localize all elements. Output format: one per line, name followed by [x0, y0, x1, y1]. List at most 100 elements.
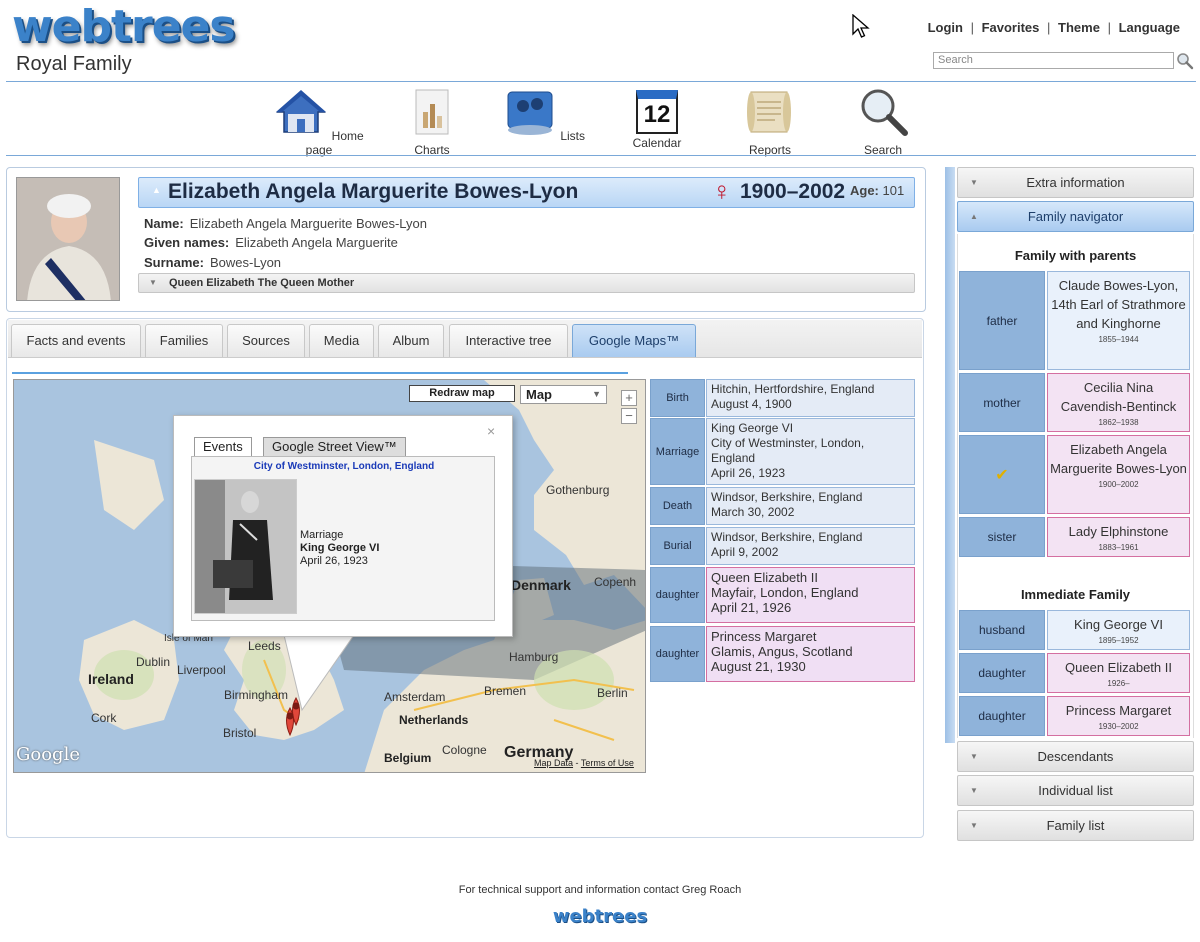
collapse-caret-icon[interactable]: ▲ — [152, 185, 161, 195]
relation-self: ✔ — [959, 435, 1045, 514]
individual-photo[interactable] — [16, 177, 120, 301]
tab-interactive-tree[interactable]: Interactive tree — [449, 324, 568, 357]
map-label-belgium: Belgium — [384, 751, 432, 765]
section-label: Family list — [1046, 818, 1105, 833]
event-value-death[interactable]: Windsor, Berkshire, England March 30, 20… — [706, 487, 915, 525]
menu-home-page[interactable]: Home page — [274, 86, 364, 157]
tab-families[interactable]: Families — [145, 324, 223, 357]
event-line: Mayfair, London, England — [711, 585, 859, 600]
search-input[interactable]: Search — [933, 52, 1174, 69]
person-self[interactable]: Elizabeth Angela Marguerite Bowes-Lyon 1… — [1047, 435, 1190, 514]
event-line: England — [711, 451, 756, 465]
popup-event-person[interactable]: King George VI — [300, 542, 379, 555]
fact-value: Bowes-Lyon — [209, 255, 282, 270]
person-daughter[interactable]: Queen Elizabeth II 1926– — [1047, 653, 1190, 693]
section-label: Individual list — [1038, 783, 1113, 798]
fact-label: Surname: — [144, 255, 204, 270]
popup-event-date: April 26, 1923 — [300, 555, 368, 567]
zoom-in-button[interactable]: + — [621, 390, 637, 406]
person-name: Cecilia Nina Cavendish-Bentinck — [1060, 380, 1177, 414]
language-link[interactable]: Language — [1119, 20, 1180, 35]
footer-contact-text[interactable]: For technical support and information co… — [0, 884, 1200, 896]
login-link[interactable]: Login — [928, 20, 963, 35]
menu-lists[interactable]: Lists — [499, 86, 589, 143]
popup-event-text: Marriage King George VI April 26, 1923 — [300, 529, 379, 568]
footer-webtrees-logo[interactable]: webtrees — [0, 906, 1200, 927]
title-text: Queen Elizabeth The Queen Mother — [169, 277, 355, 289]
popup-place-name[interactable]: City of Westminster, London, England — [192, 461, 496, 472]
menu-divider — [6, 155, 1196, 156]
google-logo[interactable]: Google — [16, 744, 80, 765]
popup-tab-events[interactable]: Events — [194, 437, 252, 457]
age-value: 101 — [882, 183, 905, 198]
event-label-daughter: daughter — [650, 567, 705, 623]
terms-of-use-link[interactable]: Terms of Use — [581, 758, 634, 768]
event-line: August 4, 1900 — [711, 397, 792, 411]
menu-reports[interactable]: Reports — [725, 86, 815, 157]
person-husband[interactable]: King George VI 1895–1952 — [1047, 610, 1190, 650]
menu-search[interactable]: Search — [838, 86, 928, 157]
family-with-parents-heading: Family with parents — [1014, 248, 1137, 263]
fact-name: Name: Elizabeth Angela Marguerite Bowes-L… — [144, 216, 427, 231]
person-dates: 1926– — [1107, 679, 1130, 688]
title-accordion[interactable]: ▼ Queen Elizabeth The Queen Mother — [138, 273, 915, 293]
relation-mother: mother — [959, 373, 1045, 432]
sidebar-section-family-list[interactable]: ▼ Family list — [957, 810, 1194, 841]
event-value-daughter[interactable]: Queen Elizabeth II Mayfair, London, Engl… — [706, 567, 915, 623]
section-label: Descendants — [1037, 749, 1114, 764]
map-label-amsterdam: Amsterdam — [384, 690, 446, 704]
event-label-birth: Birth — [650, 379, 705, 417]
fact-label: Name: — [144, 216, 184, 231]
sidebar-section-descendants[interactable]: ▼ Descendants — [957, 741, 1194, 772]
charts-icon — [415, 89, 449, 135]
menu-charts[interactable]: Charts — [387, 86, 477, 157]
map-type-select[interactable]: Map ▼ — [520, 385, 607, 404]
tab-media[interactable]: Media — [309, 324, 374, 357]
event-line: King George VI — [711, 421, 794, 435]
site-title: Royal Family — [16, 53, 132, 75]
person-sister[interactable]: Lady Elphinstone 1883–1961 — [1047, 517, 1190, 557]
home-icon — [276, 90, 327, 133]
popup-photo[interactable] — [194, 479, 297, 614]
expand-caret-icon: ▼ — [970, 786, 978, 795]
tab-facts-and-events[interactable]: Facts and events — [11, 324, 141, 357]
map-label-dublin: Dublin — [136, 655, 171, 669]
tab-album[interactable]: Album — [378, 324, 444, 357]
sidebar-section-individual-list[interactable]: ▼ Individual list — [957, 775, 1194, 806]
map-label-netherlands: Netherlands — [399, 713, 469, 727]
redraw-map-button[interactable]: Redraw map — [409, 385, 515, 402]
sidebar-section-extra-information[interactable]: ▼ Extra information — [957, 167, 1194, 198]
webtrees-logo[interactable]: webtrees — [12, 2, 236, 52]
event-value-marriage[interactable]: King George VI City of Westminster, Lond… — [706, 418, 915, 485]
event-value-birth[interactable]: Hitchin, Hertfordshire, England August 4… — [706, 379, 915, 417]
map-data-link[interactable]: Map Data — [534, 758, 573, 768]
fact-given-names: Given names: Elizabeth Angela Marguerite — [144, 235, 398, 250]
close-icon[interactable]: × — [487, 423, 495, 439]
map-info-window: × Events Google Street View™ City of Wes… — [173, 415, 513, 637]
tab-google-maps[interactable]: Google Maps™ — [572, 324, 696, 357]
map-label-cork: Cork — [91, 711, 117, 725]
event-value-burial[interactable]: Windsor, Berkshire, England April 9, 200… — [706, 527, 915, 565]
event-line: August 21, 1930 — [711, 659, 806, 674]
expand-caret-icon: ▼ — [149, 278, 157, 287]
sidebar-toggle-handle[interactable] — [945, 167, 955, 743]
person-dates: 1883–1961 — [1098, 543, 1139, 552]
theme-link[interactable]: Theme — [1058, 20, 1100, 35]
popup-tab-street-view[interactable]: Google Street View™ — [263, 437, 406, 457]
favorites-link[interactable]: Favorites — [982, 20, 1040, 35]
event-line: Windsor, Berkshire, England — [711, 490, 863, 504]
age-display: Age: 101 — [850, 183, 904, 198]
search-icon[interactable] — [1176, 52, 1194, 70]
person-mother[interactable]: Cecilia Nina Cavendish-Bentinck 1862–193… — [1047, 373, 1190, 432]
person-daughter[interactable]: Princess Margaret 1930–2002 — [1047, 696, 1190, 736]
lists-icon — [507, 91, 553, 135]
zoom-out-button[interactable]: − — [621, 408, 637, 424]
relation-husband: husband — [959, 610, 1045, 650]
person-father[interactable]: Claude Bowes-Lyon, 14th Earl of Strathmo… — [1047, 271, 1190, 370]
relation-daughter: daughter — [959, 696, 1045, 736]
menu-calendar[interactable]: 12 Calendar — [612, 86, 702, 150]
event-value-daughter[interactable]: Princess Margaret Glamis, Angus, Scotlan… — [706, 626, 915, 682]
sidebar-section-family-navigator[interactable]: ▲ Family navigator — [957, 201, 1194, 232]
tab-sources[interactable]: Sources — [227, 324, 305, 357]
popup-event-type: Marriage — [300, 529, 344, 541]
